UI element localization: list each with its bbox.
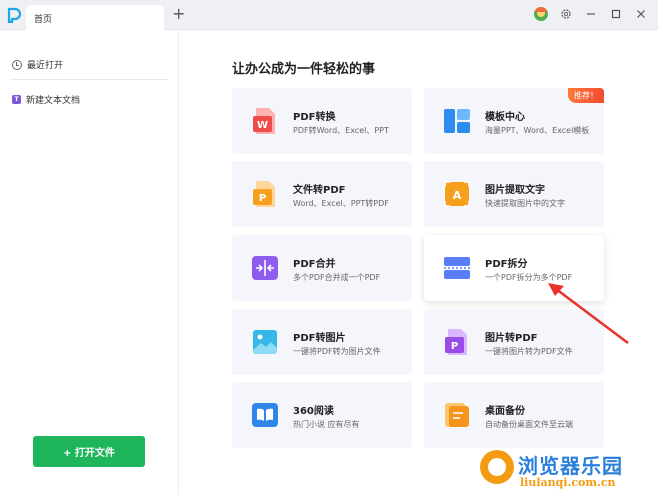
watermark-url: liulanqi.com.cn — [520, 476, 616, 489]
document-icon: T — [12, 95, 21, 104]
card-desktop-backup[interactable]: 桌面备份 自动备份桌面文件至云端 — [424, 382, 604, 448]
reading-icon — [252, 403, 278, 427]
card-title: PDF合并 — [293, 259, 336, 270]
card-file-to-pdf[interactable]: P 文件转PDF Word、Excel、PPT转PDF — [232, 161, 412, 227]
card-description: 快速提取图片中的文字 — [485, 199, 565, 208]
minimize-icon[interactable] — [584, 7, 598, 21]
card-360-reading[interactable]: 360阅读 热门小说 应有尽有 — [232, 382, 412, 448]
file-to-pdf-icon: P — [253, 181, 275, 207]
card-title: 文件转PDF — [293, 185, 346, 196]
tab-home[interactable]: 首页 — [26, 5, 164, 30]
card-title: PDF拆分 — [485, 259, 528, 270]
card-pdf-convert[interactable]: W PDF转换 PDF转Word、Excel、PPT — [232, 88, 412, 154]
pdf-to-image-icon — [253, 330, 277, 354]
card-pdf-merge[interactable]: PDF合并 多个PDF合并成一个PDF — [232, 235, 412, 301]
pdf-convert-icon: W — [253, 108, 275, 134]
card-description: PDF转Word、Excel、PPT — [293, 126, 389, 135]
clock-icon — [12, 59, 22, 70]
card-description: 一键将PDF转为图片文件 — [293, 347, 381, 356]
add-tab-button[interactable]: + — [172, 6, 185, 22]
image-to-pdf-icon: P — [445, 329, 467, 355]
sidebar-item-new-doc[interactable]: T 新建文本文档 — [12, 93, 80, 106]
card-title: 360阅读 — [293, 406, 334, 417]
page-title: 让办公成为一件轻松的事 — [232, 62, 376, 77]
card-title: 图片转PDF — [485, 333, 538, 344]
maximize-icon[interactable] — [609, 7, 623, 21]
sidebar-divider — [10, 79, 168, 80]
watermark-logo-icon — [480, 450, 514, 484]
pdf-split-icon — [444, 257, 470, 279]
desktop-backup-icon — [445, 403, 469, 427]
card-title: 模板中心 — [485, 112, 525, 123]
card-pdf-to-image[interactable]: PDF转图片 一键将PDF转为图片文件 — [232, 309, 412, 375]
recommend-badge: 推荐！ — [568, 88, 604, 103]
watermark-title: 浏览器乐园 — [518, 454, 623, 478]
sidebar-item-label: 新建文本文档 — [26, 96, 81, 106]
card-title: PDF转换 — [293, 112, 336, 123]
gear-icon[interactable] — [559, 7, 573, 21]
card-description: 多个PDF合并成一个PDF — [293, 273, 381, 282]
app-logo-icon — [7, 7, 22, 23]
card-description: 热门小说 应有尽有 — [293, 420, 360, 429]
svg-text:P: P — [451, 341, 458, 352]
ocr-icon: A — [444, 181, 470, 207]
card-template-center[interactable]: 模板中心 海量PPT、Word、Excel模板 推荐！ — [424, 88, 604, 154]
card-title: 图片提取文字 — [485, 185, 545, 196]
svg-text:P: P — [259, 193, 266, 204]
avatar-icon[interactable] — [534, 7, 548, 21]
svg-text:A: A — [453, 189, 462, 202]
close-icon[interactable] — [634, 7, 648, 21]
title-bar: 首页 + — [0, 0, 658, 30]
watermark: 浏览器乐园 liulanqi.com.cn — [474, 444, 658, 495]
card-title: 桌面备份 — [485, 406, 525, 417]
main-panel: 让办公成为一件轻松的事 W PDF转换 PDF转Word、Excel、PPT 模… — [180, 30, 658, 495]
card-ocr[interactable]: A 图片提取文字 快速提取图片中的文字 — [424, 161, 604, 227]
card-description: 自动备份桌面文件至云端 — [485, 420, 573, 429]
open-file-button[interactable]: + 打开文件 — [33, 436, 145, 467]
sidebar: 最近打开 T 新建文本文档 + 打开文件 — [0, 30, 179, 495]
sidebar-item-label: 最近打开 — [27, 61, 64, 71]
template-icon — [444, 109, 470, 133]
annotation-arrow — [548, 283, 629, 344]
sidebar-item-recent[interactable]: 最近打开 — [12, 58, 63, 71]
pdf-merge-icon — [252, 256, 278, 280]
card-title: PDF转图片 — [293, 333, 346, 344]
svg-text:W: W — [257, 120, 268, 131]
card-description: 海量PPT、Word、Excel模板 — [485, 126, 590, 135]
card-description: Word、Excel、PPT转PDF — [293, 199, 389, 208]
